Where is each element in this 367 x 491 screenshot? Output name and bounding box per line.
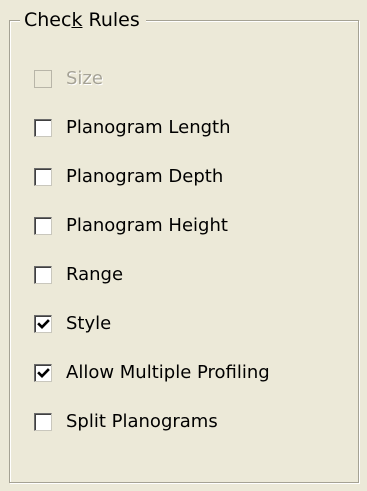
rule-split-planograms[interactable]: Split Planograms (34, 397, 270, 446)
check-rules-title: Check Rules (20, 6, 146, 34)
rule-planogram-depth[interactable]: Planogram Depth (34, 152, 270, 201)
planogram-depth-checkbox[interactable] (34, 167, 52, 186)
size-checkbox (34, 69, 52, 88)
planogram-length-label: Planogram Length (66, 116, 231, 138)
allow-multiple-profiling-label: Allow Multiple Profiling (66, 361, 270, 383)
rule-size: Size (34, 54, 270, 103)
planogram-depth-label: Planogram Depth (66, 165, 224, 187)
rule-range[interactable]: Range (34, 250, 270, 299)
allow-multiple-profiling-checkbox[interactable] (34, 363, 52, 382)
planogram-height-checkbox[interactable] (34, 216, 52, 235)
planogram-height-label: Planogram Height (66, 214, 228, 236)
size-label: Size (66, 67, 103, 89)
planogram-length-checkbox[interactable] (34, 118, 52, 137)
style-checkbox[interactable] (34, 314, 52, 333)
rule-style[interactable]: Style (34, 299, 270, 348)
split-planograms-label: Split Planograms (66, 410, 218, 432)
rule-planogram-length[interactable]: Planogram Length (34, 103, 270, 152)
check-mark-icon (37, 367, 50, 378)
split-planograms-checkbox[interactable] (34, 412, 52, 431)
range-checkbox[interactable] (34, 265, 52, 284)
rule-allow-multiple-profiling[interactable]: Allow Multiple Profiling (34, 348, 270, 397)
access-key-k: k (71, 9, 83, 31)
range-label: Range (66, 263, 124, 285)
rule-planogram-height[interactable]: Planogram Height (34, 201, 270, 250)
rule-list: Size Planogram Length Planogram Depth Pl… (34, 54, 270, 446)
style-label: Style (66, 312, 112, 334)
check-mark-icon (37, 318, 50, 329)
